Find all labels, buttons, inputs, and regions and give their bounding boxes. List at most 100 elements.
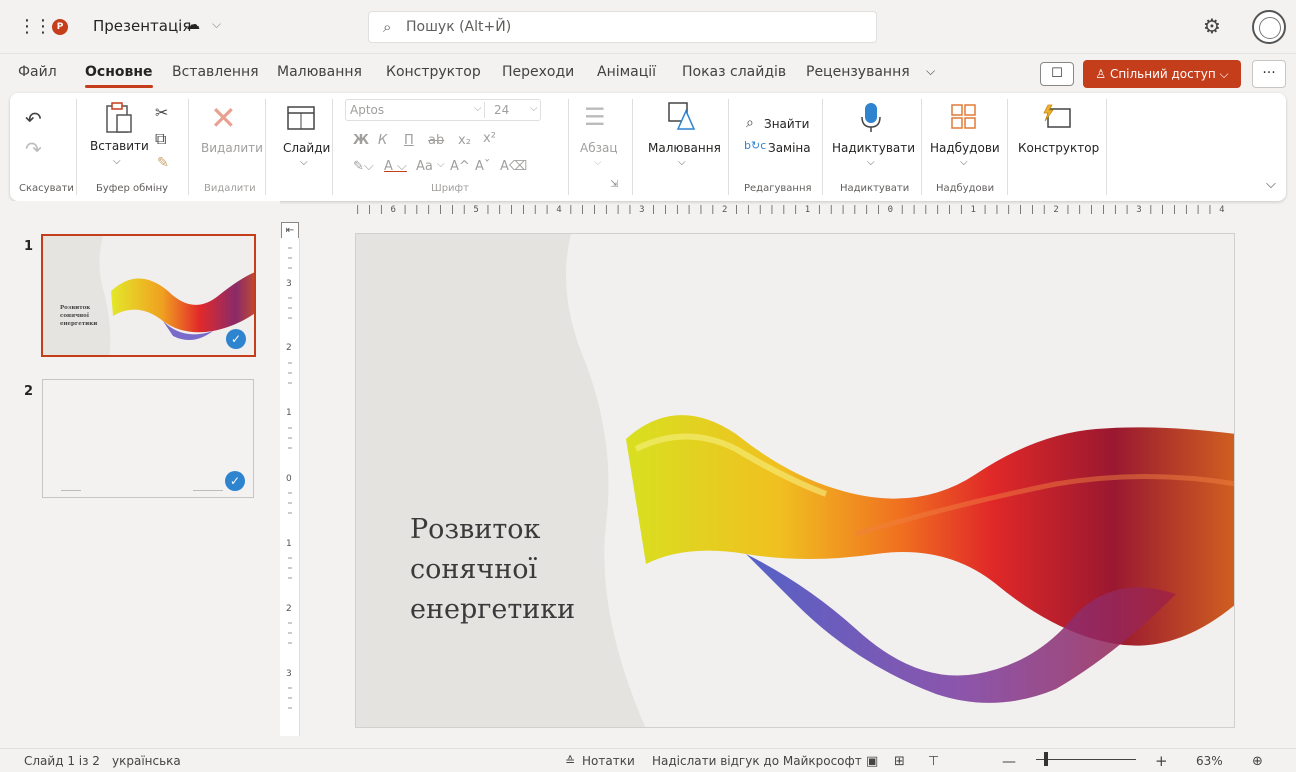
slides-label[interactable]: Слайди [283, 141, 330, 155]
find-icon[interactable]: ⌕ [746, 115, 754, 131]
title-bar: ⋮⋮⋮ P Презентація ☁ ⌵ ⌕ Пошук (Alt+Й) ⚙ [0, 0, 1296, 54]
drawing-label[interactable]: Малювання [648, 141, 721, 155]
share-label: Спільний доступ [1109, 67, 1216, 81]
svg-text:2: 2 [286, 604, 292, 614]
notes-button[interactable]: Нотатки [582, 754, 635, 768]
delete-icon[interactable]: ✕ [210, 99, 237, 137]
tab-transitions[interactable]: Переходи [502, 64, 574, 80]
tab-insert[interactable]: Вставлення [172, 64, 259, 80]
search-box[interactable]: ⌕ Пошук (Alt+Й) [368, 11, 877, 43]
normal-view-icon[interactable]: ▣ [866, 754, 878, 769]
strikethrough-button[interactable]: ab [428, 133, 444, 148]
settings-icon[interactable]: ⚙ [1203, 14, 1221, 38]
drawing-shapes-icon[interactable] [666, 101, 698, 131]
font-selector[interactable]: Aptos ⌵ 24 ⌵ [345, 99, 541, 121]
slide-thumbnail-2[interactable]: ✓ [42, 379, 254, 498]
chevron-down-icon: ⌵ [474, 103, 482, 114]
microphone-icon[interactable] [860, 101, 882, 133]
replace-icon[interactable]: b↻c [744, 139, 766, 152]
addins-icon[interactable] [950, 103, 978, 131]
fit-to-window-icon[interactable]: ⊕ [1252, 754, 1263, 769]
ribbon-wave-image [356, 234, 1234, 727]
zoom-slider-track[interactable] [1036, 759, 1136, 760]
slide-title[interactable]: Розвиток сонячної енергетики [410, 510, 670, 630]
separator [632, 99, 633, 195]
redo-icon[interactable]: ↷ [25, 137, 42, 161]
slide-sorter-icon[interactable]: ⊞ [894, 754, 905, 769]
ribbon-collapse-chevron-icon[interactable]: ⌵ [1266, 177, 1276, 192]
avatar[interactable] [1252, 10, 1286, 44]
tab-review[interactable]: Рецензування [806, 64, 910, 80]
subscript-button[interactable]: x₂ [458, 133, 471, 148]
italic-button[interactable]: К [378, 133, 387, 148]
slide-canvas[interactable] [355, 233, 1235, 728]
zoom-out-icon[interactable]: — [1002, 754, 1016, 770]
feedback-button[interactable]: Надіслати відгук до Майкрософт [652, 754, 862, 768]
tab-home[interactable]: Основне [85, 64, 153, 88]
change-case-button[interactable]: Aa [416, 159, 433, 174]
comment-icon: ☐ [1051, 66, 1063, 81]
notes-icon[interactable]: ≙ [565, 754, 575, 768]
format-painter-icon[interactable]: ✎ [157, 155, 169, 171]
shrink-font-button[interactable]: Aˇ [475, 159, 490, 174]
tab-slideshow[interactable]: Показ слайдів [682, 64, 786, 80]
paste-label[interactable]: Вставити [90, 139, 149, 153]
comments-button[interactable]: ☐ [1040, 62, 1074, 86]
footer-placeholder [61, 490, 81, 491]
footer-placeholder [193, 490, 223, 491]
chevron-down-icon[interactable]: ⌵ [113, 156, 121, 167]
svg-text:1: 1 [286, 408, 292, 418]
dictate-label[interactable]: Надиктувати [832, 141, 915, 155]
paragraph-icon[interactable]: ☰ [584, 103, 606, 131]
chevron-down-icon[interactable]: ⌵ [960, 157, 968, 168]
superscript-button[interactable]: x² [483, 131, 496, 146]
slide-thumbnail-1[interactable]: Розвиток сонячної енергетики ✓ [41, 234, 256, 357]
language-indicator[interactable]: українська [112, 754, 181, 768]
chevron-down-icon[interactable]: ⌵ [867, 157, 875, 168]
cut-icon[interactable]: ✂ [155, 103, 168, 122]
font-color-icon[interactable]: A ⌵ [384, 159, 407, 174]
separator [568, 99, 569, 195]
separator [332, 99, 333, 195]
grow-font-button[interactable]: A^ [450, 159, 470, 174]
font-size[interactable]: 24 [494, 103, 509, 117]
cloud-sync-icon: ☁ [186, 17, 200, 33]
addins-label[interactable]: Надбудови [930, 141, 1000, 155]
chevron-down-icon[interactable]: ⌵ [437, 159, 445, 170]
zoom-slider-thumb[interactable] [1044, 752, 1048, 766]
find-button[interactable]: Знайти [764, 117, 809, 131]
tab-design[interactable]: Конструктор [386, 64, 481, 80]
paste-icon[interactable] [104, 101, 134, 135]
title-line: енергетики [410, 594, 576, 625]
document-title[interactable]: Презентація [93, 17, 191, 35]
zoom-level[interactable]: 63% [1196, 754, 1223, 768]
more-options-button[interactable]: ··· [1252, 60, 1286, 88]
tabs-overflow-chevron-icon[interactable]: ⌵ [926, 64, 935, 79]
undo-icon[interactable]: ↶ [25, 107, 42, 131]
copy-icon[interactable]: ⧉ [155, 129, 166, 149]
clear-formatting-icon[interactable]: A⌫ [500, 159, 527, 174]
tab-file[interactable]: Файл [18, 64, 57, 80]
reading-view-icon[interactable]: ⊤ [928, 754, 939, 769]
underline-button[interactable]: П [404, 133, 414, 148]
delete-label[interactable]: Видалити [201, 141, 263, 155]
chevron-down-icon[interactable]: ⌵ [594, 157, 602, 168]
designer-label[interactable]: Конструктор [1018, 141, 1099, 155]
separator [188, 99, 189, 195]
chevron-down-icon[interactable]: ⌵ [300, 157, 308, 168]
zoom-in-icon[interactable]: + [1155, 752, 1168, 770]
tab-animations[interactable]: Анімації [597, 64, 656, 80]
designer-icon[interactable] [1040, 101, 1072, 131]
svg-text:3: 3 [286, 669, 292, 679]
bold-button[interactable]: Ж [353, 133, 369, 148]
paragraph-label[interactable]: Абзац [580, 141, 618, 155]
highlight-icon[interactable]: ✎⌵ [353, 159, 374, 174]
chevron-down-icon[interactable]: ⌵ [678, 157, 686, 168]
new-slide-icon[interactable] [286, 105, 316, 131]
chevron-down-icon: ⌵ [1219, 67, 1229, 81]
share-button[interactable]: ♙ Спільний доступ ⌵ [1083, 60, 1241, 88]
replace-button[interactable]: Заміна [768, 141, 811, 155]
chevron-down-icon[interactable]: ⌵ [212, 17, 221, 32]
tab-draw[interactable]: Малювання [277, 64, 362, 80]
dialog-launcher-icon[interactable]: ⇲ [610, 179, 618, 190]
